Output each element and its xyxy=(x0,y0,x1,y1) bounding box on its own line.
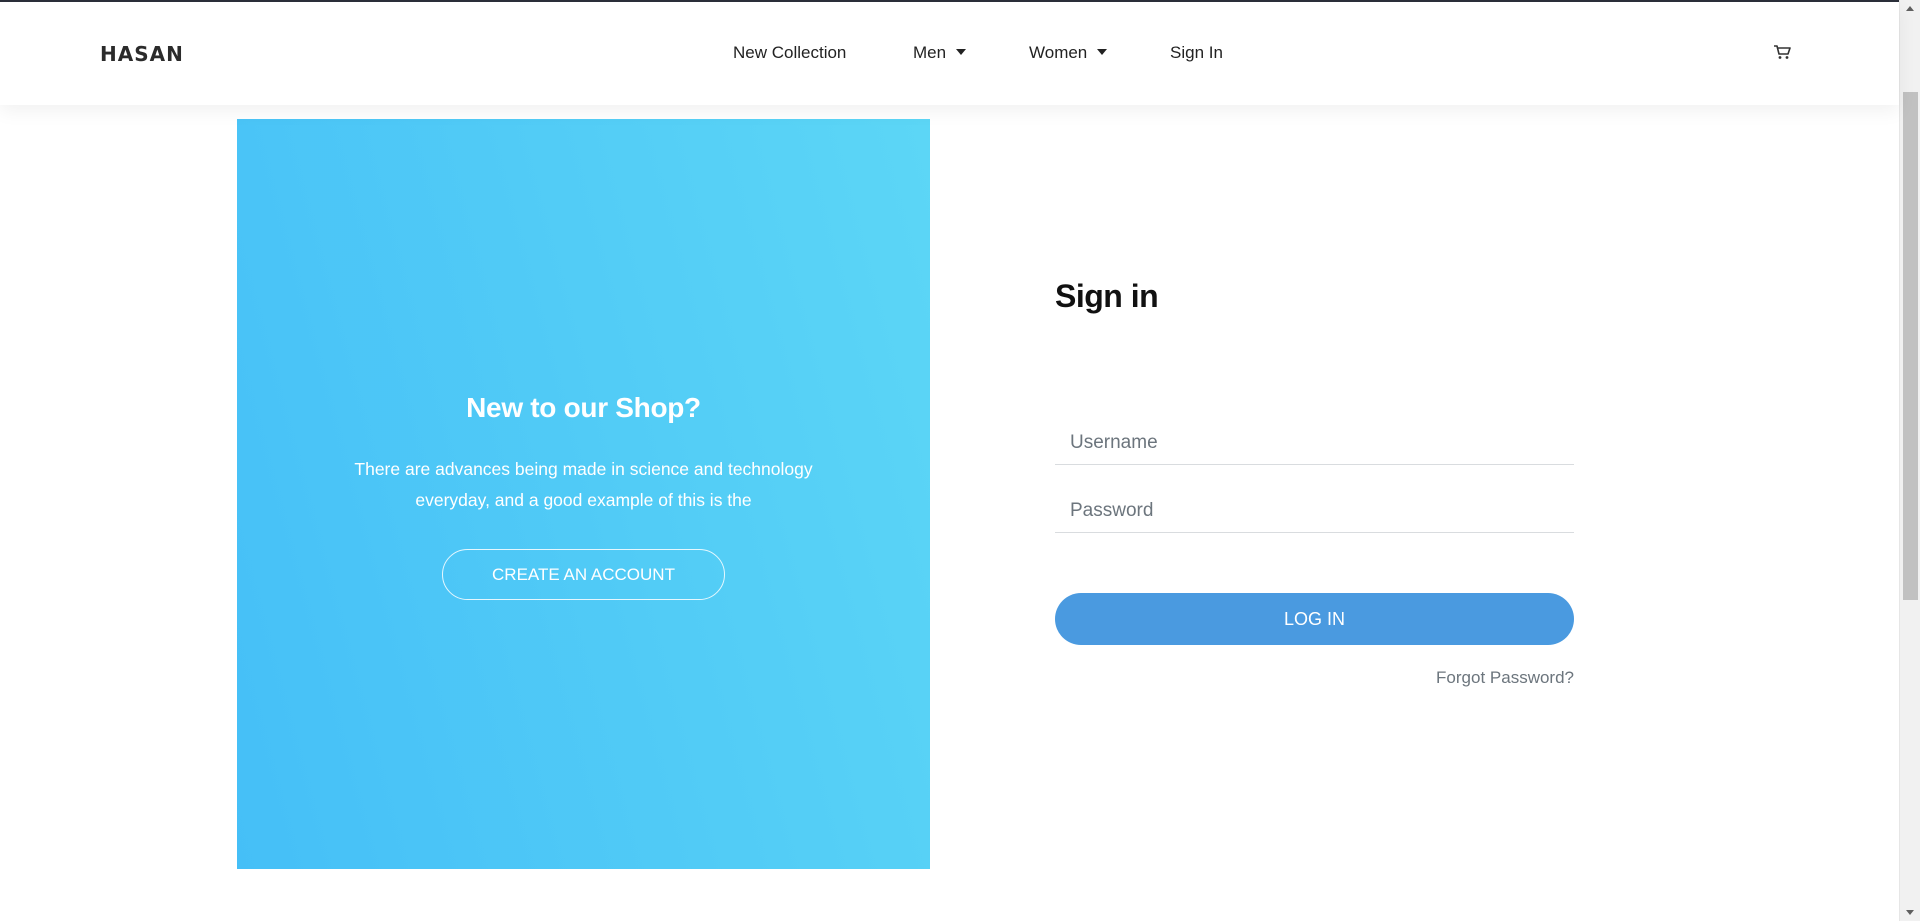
scroll-down-arrow-icon[interactable] xyxy=(1906,910,1914,915)
promo-title: New to our Shop? xyxy=(466,392,701,423)
login-button[interactable]: LOG IN xyxy=(1055,593,1574,645)
nav-item-sign-in[interactable]: Sign In xyxy=(1170,43,1223,63)
promo-description: There are advances being made in science… xyxy=(327,454,840,516)
nav-item-women[interactable]: Women xyxy=(1029,43,1108,63)
caret-down-icon xyxy=(1097,49,1108,55)
caret-down-icon xyxy=(956,49,967,55)
username-input[interactable] xyxy=(1055,421,1574,464)
nav-item-label: New Collection xyxy=(733,43,847,62)
shopping-cart-icon[interactable] xyxy=(1773,44,1791,60)
nav-item-label: Men xyxy=(913,43,947,62)
promo-text-line: There are advances being made in science… xyxy=(354,459,813,479)
forgot-password-link[interactable]: Forgot Password? xyxy=(1374,668,1574,688)
sign-in-title: Sign in xyxy=(1055,278,1159,314)
username-field-wrapper xyxy=(1055,421,1574,465)
password-field-wrapper xyxy=(1055,489,1574,533)
vertical-scrollbar[interactable] xyxy=(1899,0,1920,921)
brand-logo[interactable]: HASAN xyxy=(100,42,184,66)
nav-item-label: Sign In xyxy=(1170,43,1223,62)
nav-item-label: Women xyxy=(1029,43,1088,62)
password-input[interactable] xyxy=(1055,489,1574,532)
site-header: HASAN New Collection Men Women Sign In xyxy=(0,2,1899,105)
scroll-up-arrow-icon[interactable] xyxy=(1906,6,1914,11)
new-customer-panel: New to our Shop? There are advances bein… xyxy=(237,119,930,869)
create-account-button[interactable]: CREATE AN ACCOUNT xyxy=(442,549,725,600)
scrollbar-thumb[interactable] xyxy=(1903,92,1918,600)
nav-item-men[interactable]: Men xyxy=(913,43,967,63)
promo-text-line: everyday, and a good example of this is … xyxy=(415,490,752,510)
nav-item-new-collection[interactable]: New Collection xyxy=(733,43,846,63)
